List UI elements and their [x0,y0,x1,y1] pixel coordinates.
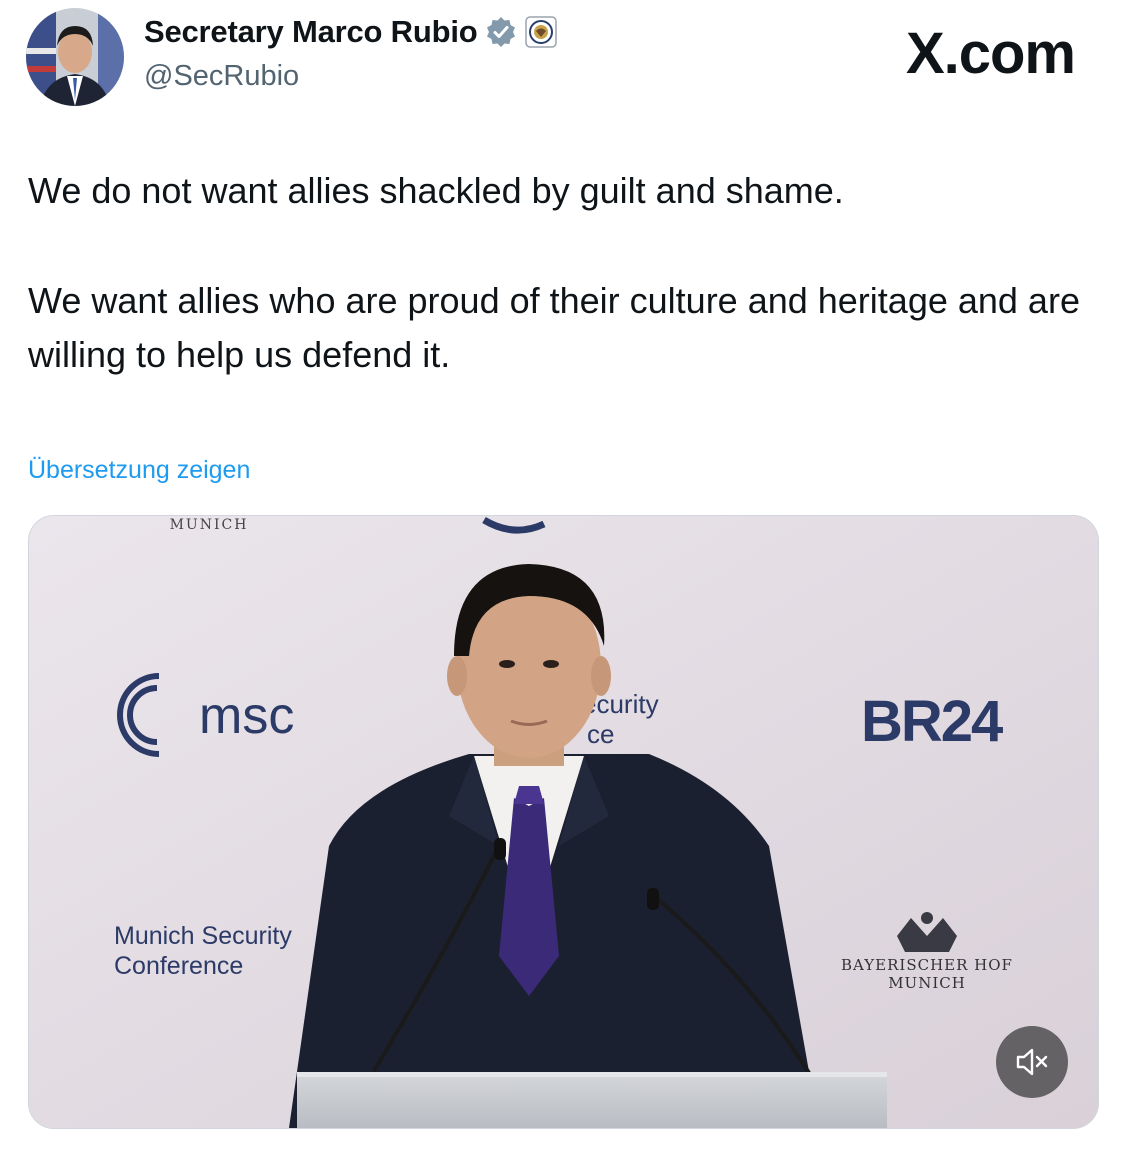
backdrop-text-munich-security: Munich Security [114,922,292,950]
tweet-text: We do not want allies shackled by guilt … [28,164,1088,382]
speaker-muted-icon [1016,1048,1048,1076]
msc-logo-text: msc [199,687,294,745]
verified-badge-icon [487,17,516,47]
backdrop-text-bayerischer-hof: BAYERISCHER HOF [841,956,1013,974]
podium [297,1074,887,1128]
br24-logo: BR24 [861,689,1003,754]
tweet-paragraph: We want allies who are proud of their cu… [28,280,1080,375]
watermark: X.com [905,21,1076,86]
name-row: Secretary Marco Rubio [144,14,558,50]
backdrop-text-conference: Conference [114,952,243,980]
handle[interactable]: @SecRubio [144,60,299,93]
translate-link[interactable]: Übersetzung zeigen [28,456,250,485]
tweet-header: Secretary Marco Rubio @SecRubio X.com [0,0,1125,130]
backdrop-text-conference-fragment: ce [587,719,614,749]
display-name[interactable]: Secretary Marco Rubio [144,14,478,50]
avatar[interactable] [26,8,124,106]
state-department-seal-icon[interactable] [525,16,558,48]
backdrop-text-munich-top: MUNICH [170,517,249,533]
tweet-paragraph: We do not want allies shackled by guilt … [28,170,844,211]
mute-button[interactable] [996,1026,1068,1098]
video-frame: MUNICH msc ecurity ce BR24 Munich Securi… [29,516,1098,1128]
video-player[interactable]: MUNICH msc ecurity ce BR24 Munich Securi… [28,515,1099,1129]
backdrop-text-munich-bottom: MUNICH [888,974,966,992]
